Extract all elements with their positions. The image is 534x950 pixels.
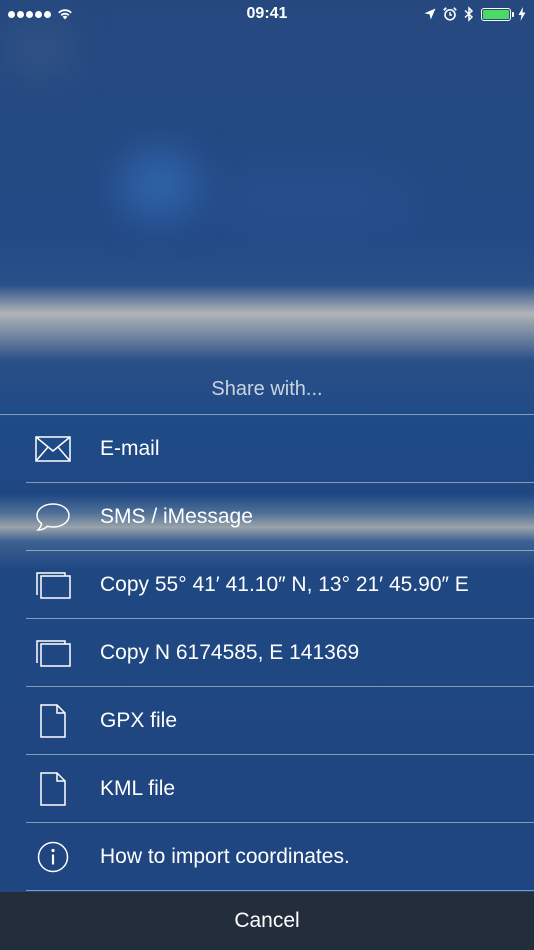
option-label: Copy N 6174585, E 141369 bbox=[100, 641, 360, 664]
info-icon bbox=[25, 841, 81, 873]
cancel-button[interactable]: Cancel bbox=[0, 892, 534, 950]
location-arrow-icon bbox=[424, 8, 436, 20]
battery-icon bbox=[481, 7, 514, 21]
share-email-option[interactable]: E-mail bbox=[0, 415, 534, 483]
import-help-option[interactable]: How to import coordinates. bbox=[0, 823, 534, 891]
background-blur-spot bbox=[0, 20, 80, 80]
share-options-list: E-mail SMS / iMessage Copy 55° 41′ 41.10… bbox=[0, 414, 534, 891]
share-sms-option[interactable]: SMS / iMessage bbox=[0, 483, 534, 551]
document-icon bbox=[25, 703, 81, 739]
charging-bolt-icon bbox=[518, 7, 526, 21]
option-label: E-mail bbox=[100, 437, 160, 460]
option-label: Copy 55° 41′ 41.10″ N, 13° 21′ 45.90″ E bbox=[100, 573, 469, 596]
copy-icon bbox=[25, 570, 81, 600]
status-left bbox=[8, 8, 168, 20]
background-blur-spot bbox=[120, 150, 200, 220]
option-label: KML file bbox=[100, 777, 176, 800]
document-icon bbox=[25, 771, 81, 807]
option-label: GPX file bbox=[100, 709, 178, 732]
option-label: How to import coordinates. bbox=[100, 845, 350, 868]
status-right bbox=[366, 6, 526, 22]
copy-dms-coordinates-option[interactable]: Copy 55° 41′ 41.10″ N, 13° 21′ 45.90″ E bbox=[0, 551, 534, 619]
option-label: SMS / iMessage bbox=[100, 505, 253, 528]
alarm-clock-icon bbox=[443, 7, 457, 21]
share-kml-file-option[interactable]: KML file bbox=[0, 755, 534, 823]
status-bar: 09:41 bbox=[0, 0, 534, 28]
envelope-icon bbox=[25, 436, 81, 462]
wifi-icon bbox=[58, 9, 72, 20]
background-blur-spot bbox=[200, 170, 420, 230]
share-gpx-file-option[interactable]: GPX file bbox=[0, 687, 534, 755]
speech-bubble-icon bbox=[25, 502, 81, 532]
share-sheet-title: Share with... bbox=[211, 378, 323, 400]
copy-grid-coordinates-option[interactable]: Copy N 6174585, E 141369 bbox=[0, 619, 534, 687]
signal-strength-icon bbox=[8, 10, 51, 18]
copy-icon bbox=[25, 638, 81, 668]
bluetooth-icon bbox=[464, 6, 474, 22]
